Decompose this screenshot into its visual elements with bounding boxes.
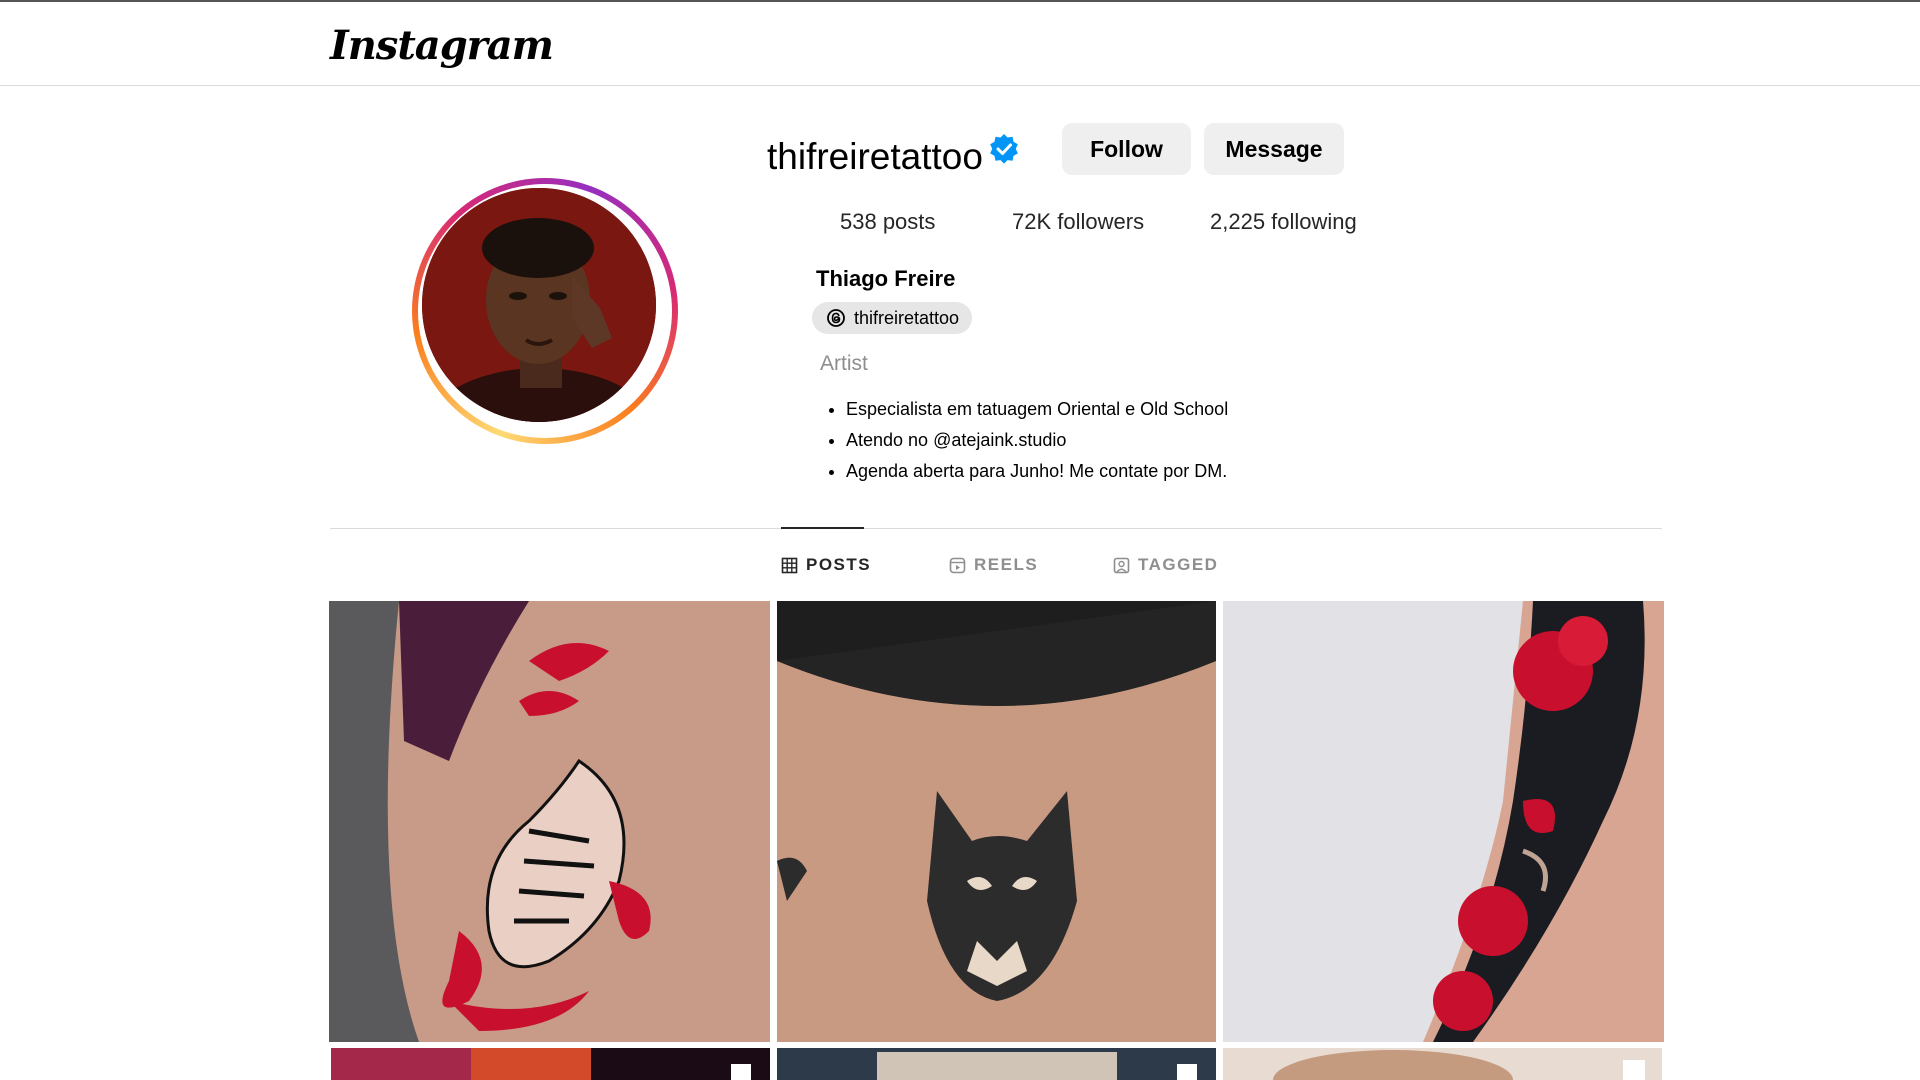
profile-bio: Especialista em tatuagem Oriental e Old …	[846, 394, 1228, 487]
tabs-divider	[330, 528, 1662, 529]
profile-avatar-story-ring[interactable]	[412, 178, 678, 444]
post-tile[interactable]	[1223, 1048, 1662, 1080]
follow-button[interactable]: Follow	[1062, 123, 1191, 175]
threads-badge-link[interactable]: thifreiretattoo	[812, 302, 972, 334]
tagged-icon	[1113, 557, 1130, 573]
threads-handle: thifreiretattoo	[854, 307, 960, 328]
post-tile[interactable]	[329, 601, 770, 1042]
following-count-link[interactable]: 2,225 following	[1210, 209, 1357, 235]
bio-line: Agenda aberta para Junho! Me contate por…	[846, 456, 1228, 487]
reels-icon	[949, 557, 966, 573]
tab-label: REELS	[974, 555, 1039, 574]
verified-badge-icon	[990, 134, 1018, 164]
bio-line: Especialista em tatuagem Oriental e Old …	[846, 394, 1228, 425]
post-image-tiger-tattoo	[329, 601, 770, 1042]
post-image-building	[777, 1048, 1216, 1080]
profile-category: Artist	[820, 352, 868, 375]
bio-line[interactable]: Atendo no @atejaink.studio	[846, 425, 1228, 456]
profile-username: thifreiretattoo	[767, 136, 983, 177]
post-tile[interactable]	[1223, 601, 1664, 1042]
post-tile[interactable]	[777, 601, 1216, 1042]
instagram-logo[interactable]: Instagram	[330, 22, 554, 69]
post-image-cat-tattoo	[777, 601, 1216, 1042]
avatar	[422, 188, 656, 422]
tab-reels[interactable]: REELS	[949, 555, 1038, 575]
grid-icon	[781, 557, 798, 573]
threads-icon	[827, 309, 845, 327]
post-tile[interactable]	[331, 1048, 770, 1080]
profile-full-name: Thiago Freire	[816, 266, 956, 291]
post-tile[interactable]	[777, 1048, 1216, 1080]
post-image-stage	[331, 1048, 770, 1080]
tab-tagged[interactable]: TAGGED	[1113, 555, 1218, 575]
followers-count-link[interactable]: 72K followers	[1012, 209, 1144, 235]
message-button[interactable]: Message	[1204, 123, 1344, 175]
tab-label: POSTS	[806, 555, 872, 574]
post-image-portrait	[1223, 1048, 1662, 1080]
profile-photo	[422, 188, 656, 422]
posts-count: 538 posts	[840, 209, 936, 234]
top-navigation-bar: Instagram	[0, 0, 1920, 86]
post-image-sleeve-tattoo	[1223, 601, 1664, 1042]
active-tab-indicator	[781, 527, 864, 529]
tab-posts[interactable]: POSTS	[781, 555, 871, 575]
tab-label: TAGGED	[1138, 555, 1219, 574]
